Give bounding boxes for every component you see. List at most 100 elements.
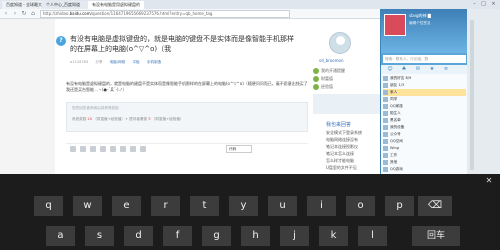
key-l[interactable]: l — [358, 226, 387, 246]
category-tag[interactable]: 平板 — [132, 60, 139, 64]
avatar-icon — [383, 75, 388, 81]
browser-tab-active[interactable]: 有没有电脑是用虚拟键盘的 — [88, 1, 144, 9]
friend-group[interactable]: 公众号 — [383, 131, 466, 138]
user-name[interactable]: sd_broomon — [319, 58, 344, 63]
avatar-icon — [383, 138, 388, 144]
avatar-icon — [383, 117, 388, 123]
back-icon[interactable]: ‹ — [2, 10, 10, 18]
qq-avatar[interactable] — [384, 14, 406, 36]
table-icon[interactable] — [120, 146, 126, 152]
key-f[interactable]: f — [163, 226, 192, 246]
enter-key[interactable]: 回车 — [412, 226, 460, 246]
formula-icon[interactable] — [100, 146, 106, 152]
avatar[interactable] — [329, 32, 351, 54]
image-icon[interactable] — [80, 146, 86, 152]
key-e[interactable]: e — [112, 196, 141, 216]
qq-search-input[interactable]: 搜索：联系人、讨论组、群 — [383, 55, 466, 63]
avatar-icon — [383, 152, 388, 158]
recommend-item[interactable]: 怎么样才能电脑 — [326, 158, 380, 164]
share-link[interactable]: 分享 — [95, 60, 102, 64]
space-tab-icon[interactable]: ★ — [427, 66, 437, 73]
maximize-icon[interactable]: □ — [479, 1, 488, 8]
key-p[interactable]: p — [385, 196, 414, 216]
avatar-icon — [383, 166, 388, 172]
friend-group[interactable]: 陌生人 — [383, 110, 466, 117]
friend-group[interactable]: Wing — [383, 145, 466, 152]
wealth-row: 财富值 — [313, 76, 333, 82]
contacts-tab-icon[interactable]: ☺ — [385, 66, 395, 73]
friend-group[interactable]: 其他 — [383, 159, 466, 166]
key-u[interactable]: u — [268, 196, 297, 216]
key-t[interactable]: t — [190, 196, 219, 216]
friend-group[interactable]: 我的好友 8/9 — [383, 75, 466, 82]
key-a[interactable]: a — [46, 226, 75, 246]
key-r[interactable]: r — [151, 196, 180, 216]
key-s[interactable]: s — [85, 226, 114, 246]
recommend-title[interactable]: 我也来回答 — [326, 121, 351, 128]
recommend-item[interactable]: 安全模式下登录系统 — [326, 130, 380, 136]
user-card: sd_broomon — [313, 24, 380, 66]
answer-textarea[interactable]: 您的回答被采纳后将获得奖励 系统奖励 20 （财富值+经验值）+ 提问者悬赏 5… — [66, 102, 308, 132]
growth-panel — [313, 94, 380, 114]
scrollbar[interactable] — [470, 20, 474, 170]
recommend-item[interactable]: 笔记本怎么连接 — [326, 151, 380, 157]
question-meta: a1134763 分享 电脑/网络 平板 手机制造 — [70, 60, 300, 65]
refresh-icon[interactable]: ↻ — [20, 10, 28, 18]
friend-group[interactable]: 黑名单 — [383, 117, 466, 124]
more-tab-icon[interactable]: ≡ — [441, 66, 451, 73]
qq-header: sbvg的神 ▇ 编辑个性签名 — [381, 9, 468, 53]
key-i[interactable]: i — [307, 196, 336, 216]
code-language-select[interactable]: 代码 — [226, 145, 252, 153]
chat-tab-icon[interactable]: ✉ — [413, 66, 423, 73]
recommend-item[interactable]: 笔记本连接投影仪 — [326, 144, 380, 150]
home-icon[interactable]: ⌂ — [29, 10, 37, 18]
recommend-item[interactable]: U盘里的文件不见 — [326, 165, 380, 171]
notice-row[interactable]: 我的开通提醒 — [313, 68, 345, 74]
question-icon: ? — [56, 36, 66, 46]
question-title: 有没有电脑是虚拟键盘的，就是电脑的键盘不是实体而是像智能手机那样的在屏幕上的电脑… — [70, 35, 294, 53]
key-j[interactable]: j — [280, 226, 309, 246]
key-q[interactable]: q — [34, 196, 63, 216]
avatar-icon — [383, 82, 388, 88]
backspace-key[interactable]: ⌫ — [418, 196, 452, 216]
bold-icon[interactable] — [70, 146, 76, 152]
bell-icon — [313, 68, 319, 74]
friend-group[interactable]: 工作 — [383, 152, 466, 159]
qq-tabs: ☺ ♣ ✉ ★ ≡ — [381, 65, 468, 74]
key-k[interactable]: k — [319, 226, 348, 246]
avatar-icon — [383, 103, 388, 109]
friend-group[interactable]: QQ空间 — [383, 138, 466, 145]
friend-group[interactable]: 同学 — [383, 96, 466, 103]
group-tab-icon[interactable]: ♣ — [399, 66, 409, 73]
forward-icon[interactable]: › — [11, 10, 19, 18]
key-y[interactable]: y — [229, 196, 258, 216]
url-input[interactable]: http://zhidao.baidu.com/question/1164719… — [40, 10, 290, 18]
keyboard-close-icon[interactable]: ✕ — [482, 176, 496, 186]
video-icon[interactable] — [110, 146, 116, 152]
browser-tab[interactable]: 百度知道 - 全球最大中文互动问答平台 — [2, 1, 42, 9]
map-icon[interactable] — [90, 146, 96, 152]
friend-group[interactable]: 家人 — [383, 89, 466, 96]
key-h[interactable]: h — [241, 226, 270, 246]
friend-group[interactable]: QQ家族 — [383, 103, 466, 110]
qq-signature[interactable]: 编辑个性签名 — [409, 21, 431, 26]
qq-nickname[interactable]: sbvg的神 ▇ — [409, 13, 431, 19]
key-d[interactable]: d — [124, 226, 153, 246]
friend-group[interactable]: QQ游戏 — [383, 166, 466, 173]
key-o[interactable]: o — [346, 196, 375, 216]
exp-row: 经验值 — [313, 84, 333, 90]
category-tag[interactable]: 电脑/网络 — [110, 60, 126, 64]
category-tag[interactable]: 手机制造 — [147, 60, 161, 64]
asker-name[interactable]: a1134763 — [70, 60, 88, 64]
emoji-icon[interactable] — [140, 146, 146, 152]
friend-group[interactable]: 我的设备 — [383, 124, 466, 131]
close-icon[interactable]: × — [489, 1, 498, 8]
minimize-icon[interactable]: – — [470, 1, 479, 8]
friend-group[interactable]: 朋友 1/3 — [383, 82, 466, 89]
browser-tab[interactable]: 个人中心_百度知道 — [42, 1, 88, 9]
recommend-item[interactable]: 电脑网络连接没有 — [326, 137, 380, 143]
key-w[interactable]: w — [73, 196, 102, 216]
link-icon[interactable] — [130, 146, 136, 152]
coin-icon — [313, 76, 319, 82]
key-g[interactable]: g — [202, 226, 231, 246]
